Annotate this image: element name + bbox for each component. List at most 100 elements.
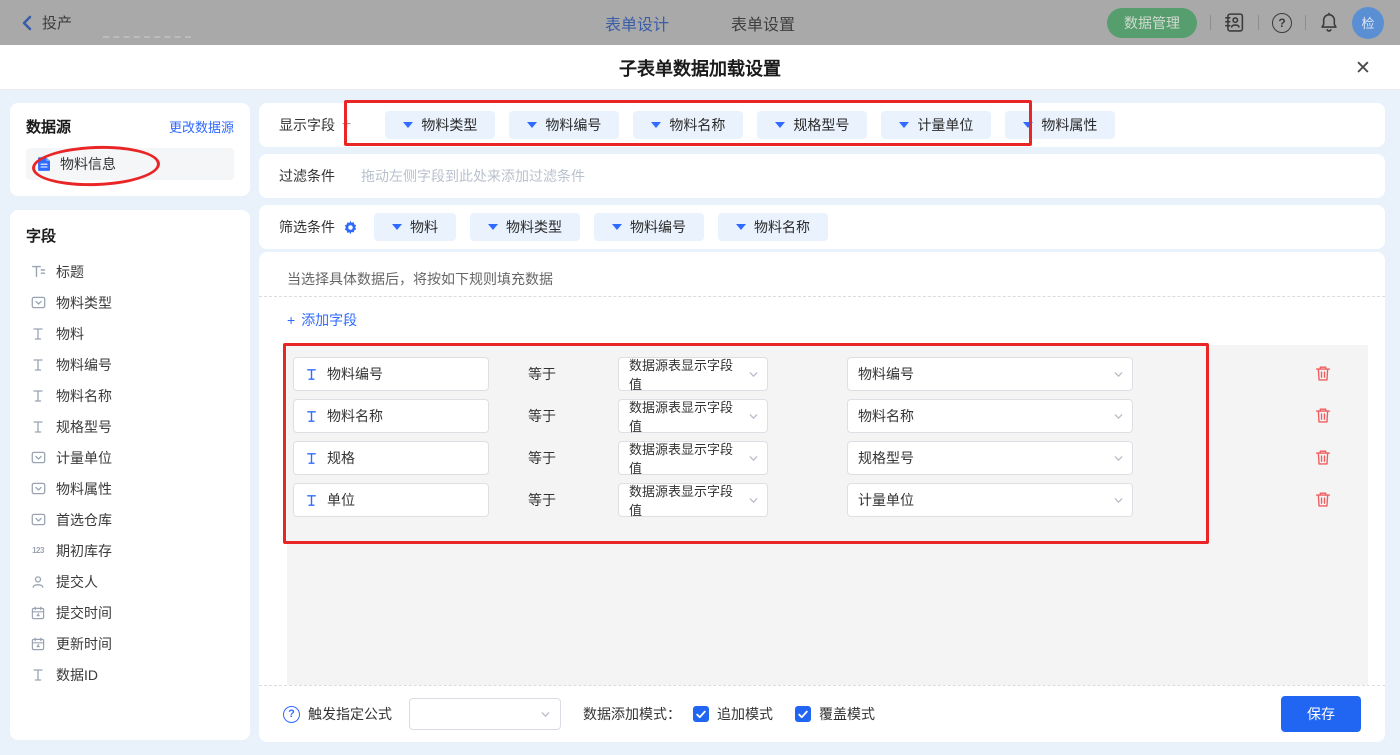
formula-help-icon[interactable]: ? — [283, 706, 300, 723]
filter-panel: 过滤条件 拖动左侧字段到此处来添加过滤条件 — [259, 154, 1385, 198]
notification-bell-icon[interactable] — [1319, 12, 1339, 33]
source-field-select[interactable]: 物料名称 — [847, 399, 1133, 433]
target-field-input[interactable]: 物料名称 — [293, 399, 489, 433]
field-item[interactable]: 123 期初库存 — [26, 535, 234, 566]
display-fields-panel: 显示字段 + 物料类型 物料编号 物料名称 规格型号 计量单位 物料属性 — [259, 103, 1385, 147]
field-item-label: 规格型号 — [56, 417, 112, 437]
source-field-select[interactable]: 物料编号 — [847, 357, 1133, 391]
delete-row-trash-icon[interactable] — [1315, 365, 1331, 382]
field-item[interactable]: 物料类型 — [26, 287, 234, 318]
caret-down-icon — [775, 122, 785, 128]
fields-title: 字段 — [26, 225, 234, 246]
screening-tag[interactable]: 物料类型 — [470, 213, 580, 241]
field-item[interactable]: 规格型号 — [26, 411, 234, 442]
source-type-select[interactable]: 数据源表显示字段值 — [618, 357, 768, 391]
overwrite-mode-checkbox[interactable]: 覆盖模式 — [795, 704, 875, 724]
gear-icon[interactable] — [343, 220, 358, 235]
display-field-tag[interactable]: 规格型号 — [757, 111, 867, 139]
source-field-select[interactable]: 规格型号 — [847, 441, 1133, 475]
chevron-down-icon — [748, 369, 759, 380]
checkbox-checked-icon — [693, 706, 709, 722]
screening-tag[interactable]: 物料 — [374, 213, 456, 241]
text-field-icon — [305, 452, 318, 465]
tab-form-settings[interactable]: 表单设置 — [731, 11, 795, 35]
select-field-icon — [30, 481, 46, 496]
tag-label: 物料名称 — [669, 115, 725, 135]
tag-label: 物料类型 — [421, 115, 477, 135]
field-list: 标题 物料类型 物料 物料编号 物料名称 规格型号 计量单位 物料属性 — [26, 256, 234, 690]
screening-tag[interactable]: 物料编号 — [594, 213, 704, 241]
field-item[interactable]: 物料 — [26, 318, 234, 349]
screening-panel: 筛选条件 物料 物料类型 物料编号 物料名称 — [259, 205, 1385, 249]
text-field-icon — [305, 410, 318, 423]
datasource-item[interactable]: 物料信息 — [26, 148, 234, 180]
caret-down-icon — [651, 122, 661, 128]
document-icon — [36, 156, 52, 172]
help-icon[interactable]: ? — [1272, 13, 1292, 33]
filter-dropzone-placeholder[interactable]: 拖动左侧字段到此处来添加过滤条件 — [361, 166, 585, 186]
contacts-icon[interactable] — [1224, 12, 1245, 33]
delete-row-trash-icon[interactable] — [1315, 491, 1331, 508]
save-button[interactable]: 保存 — [1281, 696, 1361, 732]
display-field-tag[interactable]: 计量单位 — [881, 111, 991, 139]
add-display-field-button[interactable]: + — [342, 116, 351, 134]
change-datasource-link[interactable]: 更改数据源 — [169, 117, 234, 136]
tab-form-design[interactable]: 表单设计 — [605, 11, 669, 35]
target-field-input[interactable]: 规格 — [293, 441, 489, 475]
field-item[interactable]: 数据ID — [26, 659, 234, 690]
close-icon[interactable]: ✕ — [1350, 55, 1376, 81]
chevron-down-icon — [540, 709, 551, 720]
dashed-divider — [259, 296, 1385, 297]
topbar-tabs: 表单设计 表单设置 — [605, 0, 795, 45]
datetime-icon — [30, 606, 46, 620]
source-field-select[interactable]: 计量单位 — [847, 483, 1133, 517]
rule-row: 物料编号 等于 数据源表显示字段值 物料编号 — [287, 357, 1368, 391]
target-field-input[interactable]: 物料编号 — [293, 357, 489, 391]
select-field-icon — [30, 295, 46, 310]
field-item[interactable]: 提交人 — [26, 566, 234, 597]
append-mode-checkbox[interactable]: 追加模式 — [693, 704, 773, 724]
operator-label: 等于 — [528, 441, 556, 475]
display-field-tag[interactable]: 物料属性 — [1005, 111, 1115, 139]
formula-select[interactable] — [409, 698, 561, 730]
target-field-label: 物料编号 — [327, 364, 383, 384]
text-field-icon — [30, 389, 46, 403]
add-field-button[interactable]: + 添加字段 — [287, 310, 357, 330]
append-mode-label: 追加模式 — [717, 704, 773, 724]
target-field-input[interactable]: 单位 — [293, 483, 489, 517]
user-avatar[interactable]: 检 — [1352, 7, 1384, 39]
caret-down-icon — [527, 122, 537, 128]
title-icon — [30, 264, 46, 279]
field-item[interactable]: 物料名称 — [26, 380, 234, 411]
field-item-label: 标题 — [56, 262, 84, 282]
datasource-item-label: 物料信息 — [60, 154, 116, 174]
back-chevron-icon — [20, 15, 33, 31]
source-field-value: 物料编号 — [858, 364, 914, 384]
source-type-select[interactable]: 数据源表显示字段值 — [618, 399, 768, 433]
data-add-mode-label: 数据添加模式： — [583, 704, 681, 724]
field-item[interactable]: 计量单位 — [26, 442, 234, 473]
field-item[interactable]: 标题 — [26, 256, 234, 287]
delete-row-trash-icon[interactable] — [1315, 449, 1331, 466]
target-field-label: 单位 — [327, 490, 355, 510]
back-button[interactable]: 投产 — [20, 0, 72, 45]
screening-tag[interactable]: 物料名称 — [718, 213, 828, 241]
field-item-label: 数据ID — [56, 665, 98, 685]
field-item[interactable]: 提交时间 — [26, 597, 234, 628]
field-item[interactable]: 首选仓库 — [26, 504, 234, 535]
tag-label: 物料类型 — [506, 217, 562, 237]
source-type-select[interactable]: 数据源表显示字段值 — [618, 441, 768, 475]
dialog-title: 子表单数据加载设置 — [0, 45, 1400, 90]
field-item[interactable]: 更新时间 — [26, 628, 234, 659]
topbar-divider — [1210, 15, 1211, 30]
display-field-tag[interactable]: 物料名称 — [633, 111, 743, 139]
field-item[interactable]: 物料编号 — [26, 349, 234, 380]
source-type-select[interactable]: 数据源表显示字段值 — [618, 483, 768, 517]
data-manage-button[interactable]: 数据管理 — [1107, 8, 1197, 38]
delete-row-trash-icon[interactable] — [1315, 407, 1331, 424]
display-field-tag[interactable]: 物料类型 — [385, 111, 495, 139]
field-item[interactable]: 物料属性 — [26, 473, 234, 504]
display-field-tag[interactable]: 物料编号 — [509, 111, 619, 139]
topbar-divider — [1305, 15, 1306, 30]
tag-label: 物料名称 — [754, 217, 810, 237]
